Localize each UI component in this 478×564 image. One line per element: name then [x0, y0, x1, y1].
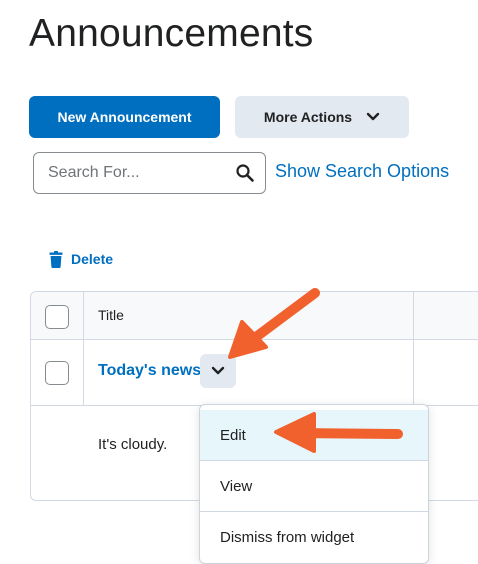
menu-item-dismiss[interactable]: Dismiss from widget [200, 512, 428, 562]
announcement-actions-button[interactable] [200, 354, 236, 388]
page-title: Announcements [29, 12, 314, 55]
column-divider [413, 292, 414, 406]
announcement-body: It's cloudy. [98, 436, 168, 453]
chevron-down-icon [366, 112, 380, 121]
select-all-checkbox[interactable] [45, 305, 69, 329]
more-actions-label: More Actions [263, 109, 353, 125]
menu-item-view[interactable]: View [200, 461, 428, 511]
column-divider [83, 292, 84, 406]
chevron-down-icon [211, 366, 225, 375]
context-menu: Edit View Dismiss from widget [199, 404, 429, 564]
delete-button[interactable]: Delete [49, 248, 113, 270]
search-input[interactable] [48, 153, 228, 193]
announcement-title-link[interactable]: Today's news [98, 362, 201, 380]
menu-item-edit[interactable]: Edit [200, 410, 428, 460]
new-announcement-label: New Announcement [57, 109, 192, 125]
show-search-options-link[interactable]: Show Search Options [275, 161, 449, 182]
more-actions-button[interactable]: More Actions [235, 96, 409, 138]
search-box [33, 152, 266, 194]
title-column-header: Title [98, 307, 124, 323]
new-announcement-button[interactable]: New Announcement [29, 96, 220, 138]
row-checkbox[interactable] [45, 361, 69, 385]
trash-icon [49, 250, 63, 268]
search-icon[interactable] [235, 163, 255, 183]
delete-label: Delete [71, 251, 114, 267]
